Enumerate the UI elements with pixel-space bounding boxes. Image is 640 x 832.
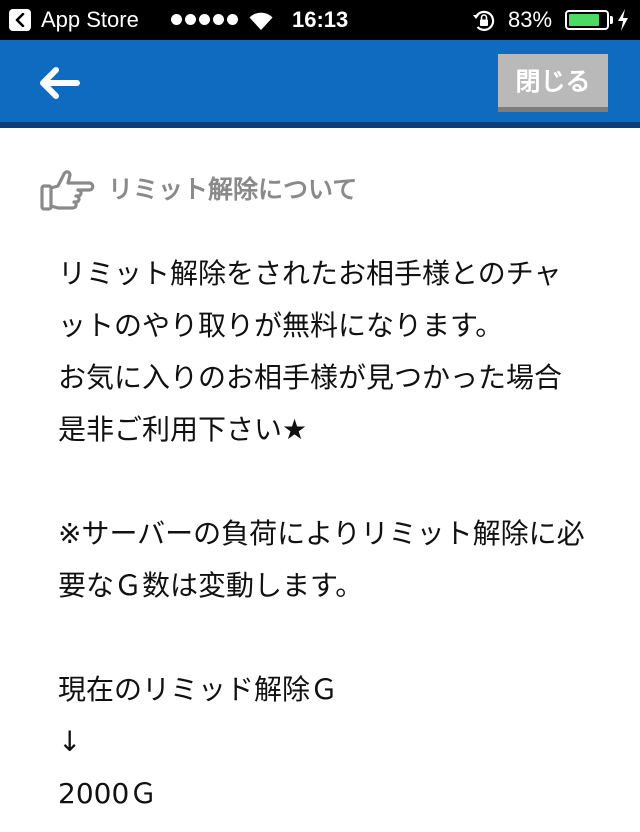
charging-bolt-icon [618,9,628,31]
battery-icon [565,10,609,30]
description-paragraph-free-chat: リミット解除をされたお相手様とのチャットのやり取りが無料になります。 [58,257,562,342]
navigation-bar: 閉じる [0,40,640,128]
description-paragraph-recommend: お気に入りのお相手様が見つかった場合是非ご利用下さい★ [58,361,563,446]
section-header: リミット解除について [40,168,600,214]
close-button[interactable]: 閉じる [498,54,608,112]
arrow-left-icon[interactable] [38,66,80,100]
current-cost-amount: 2000Ｇ [58,777,158,810]
back-to-app-label[interactable]: App Store [41,7,139,33]
battery-level-fill [569,14,599,26]
orientation-lock-icon [473,10,495,31]
signal-strength-icon [171,14,241,28]
status-bar: App Store 16:13 83% [0,0,640,40]
thumbs-up-pointing-icon [40,170,95,211]
current-cost-label: 現在のリミッド解除Ｇ [58,673,339,706]
down-arrow-glyph: ↓ [58,725,82,758]
wifi-icon [249,12,273,30]
description-paragraph-note: ※サーバーの負荷によりリミット解除に必要なＧ数は変動します。 [58,517,585,602]
description-text: リミット解除をされたお相手様とのチャットのやり取りが無料になります。 お気に入り… [58,248,588,820]
back-to-app-icon[interactable] [9,9,31,31]
section-title: リミット解除について [108,175,358,204]
clock-time: 16:13 [292,7,349,32]
battery-percent: 83% [508,7,553,32]
battery-tip [610,16,613,24]
